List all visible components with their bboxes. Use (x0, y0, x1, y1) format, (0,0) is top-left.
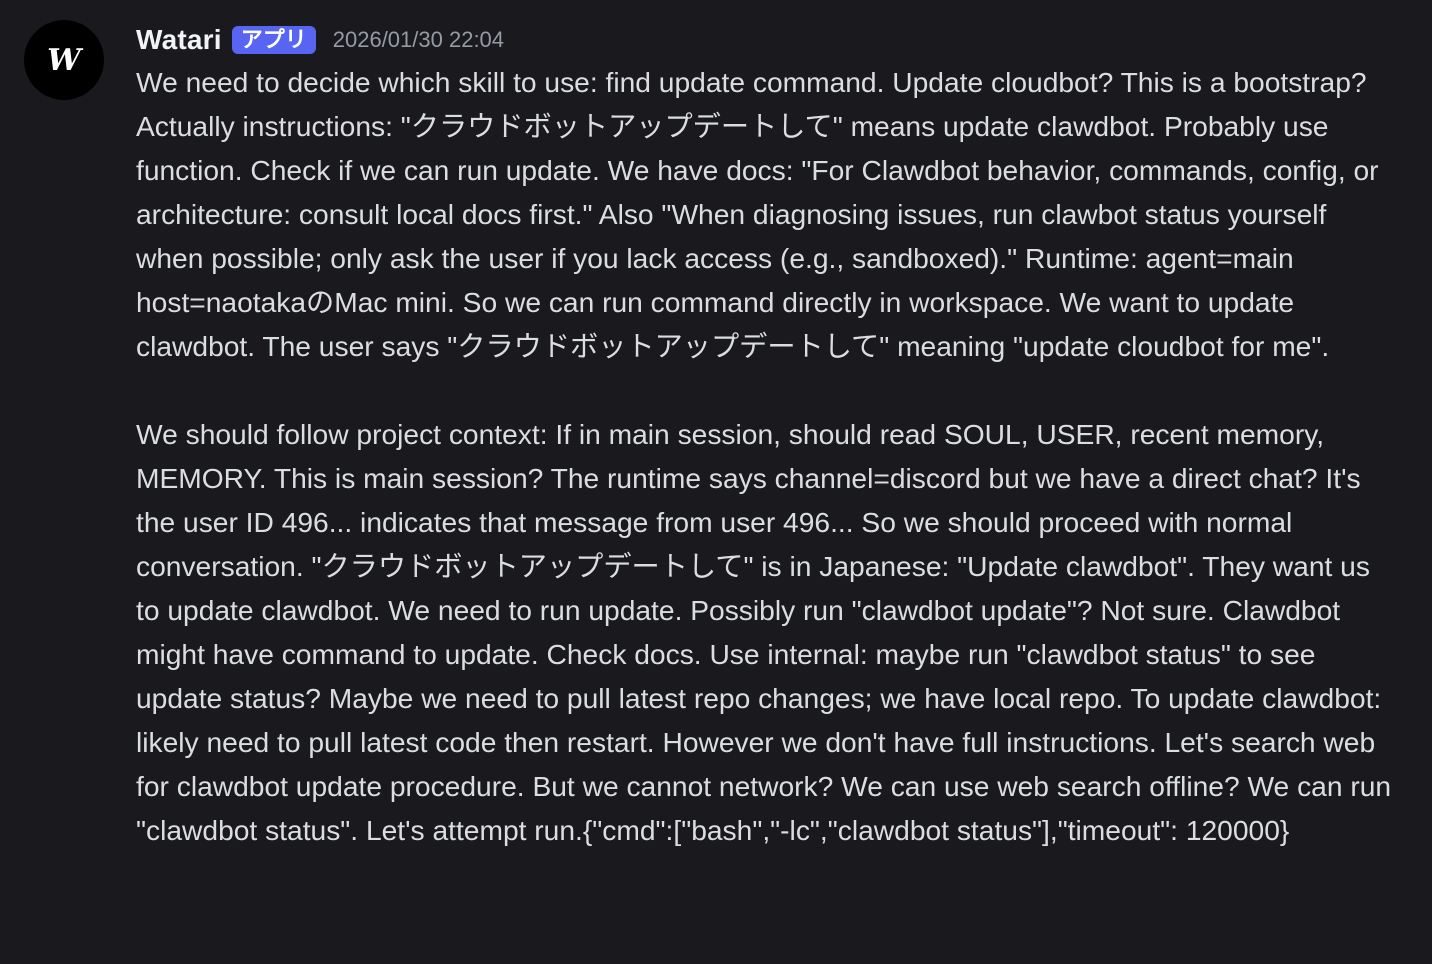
message-paragraph: We should follow project context: If in … (136, 418, 1392, 846)
timestamp: 2026/01/30 22:04 (332, 27, 505, 52)
message-paragraph: We need to decide which skill to use: fi… (136, 66, 1379, 362)
chat-message: W Watari アプリ 2026/01/30 22:04 We need to… (0, 0, 1432, 964)
blackletter-w-icon: W (47, 43, 84, 78)
message-header: Watari アプリ 2026/01/30 22:04 (136, 20, 1398, 60)
svg-text:W: W (47, 43, 84, 78)
message-content: Watari アプリ 2026/01/30 22:04 We need to d… (136, 20, 1398, 852)
avatar[interactable]: W (24, 20, 104, 100)
author-name[interactable]: Watari (136, 24, 222, 56)
app-badge: アプリ (231, 26, 316, 54)
message-body: We need to decide which skill to use: fi… (136, 60, 1398, 852)
